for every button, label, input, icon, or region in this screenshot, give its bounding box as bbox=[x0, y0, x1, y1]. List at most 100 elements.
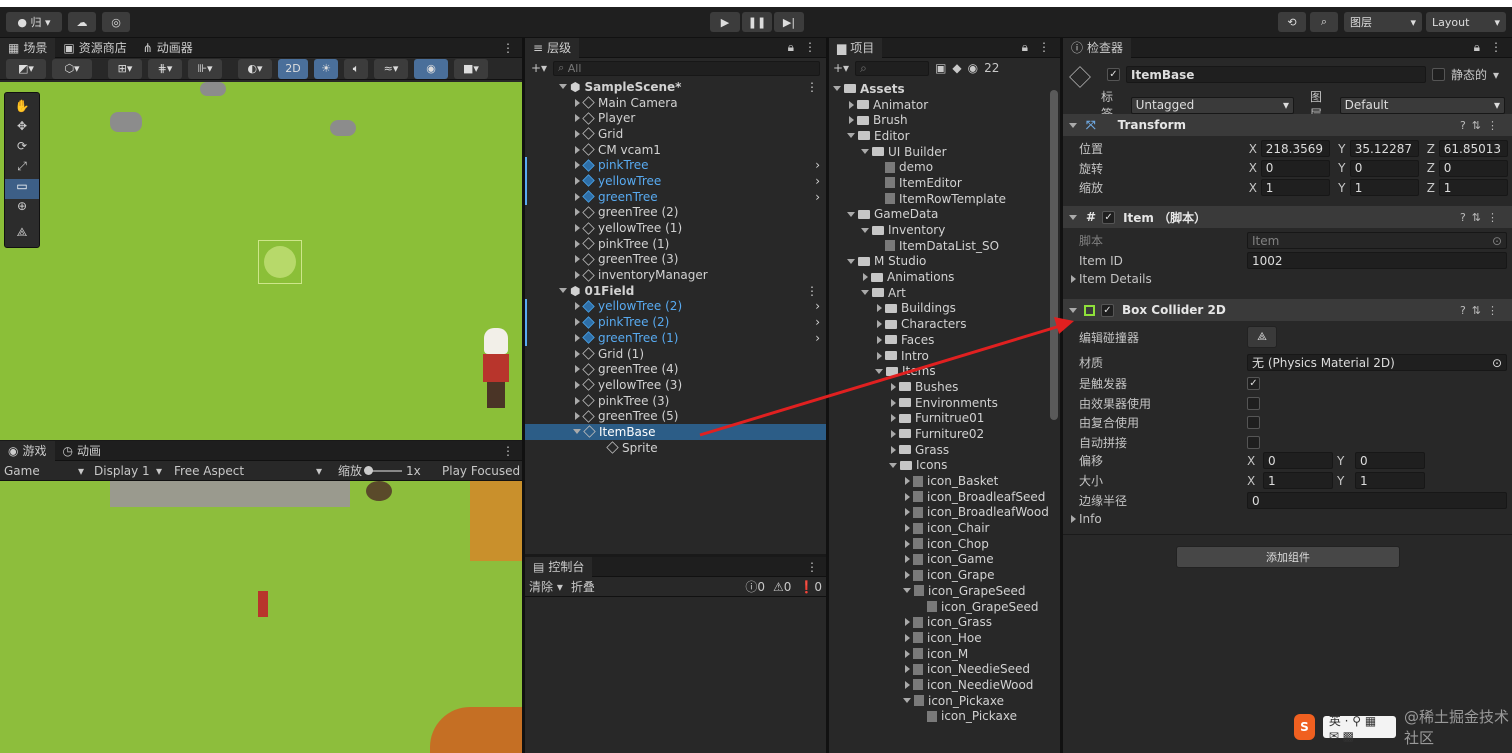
transform-position-x-field[interactable]: 218.3569 bbox=[1260, 140, 1330, 158]
hierarchy-item[interactable]: pinkTree › bbox=[525, 157, 826, 173]
warning-count[interactable]: ⚠0 bbox=[773, 580, 791, 594]
tab-inspector[interactable]: ⓘ 检查器 bbox=[1063, 37, 1132, 58]
visibility-button[interactable]: ◉ bbox=[414, 58, 448, 79]
scene-viewport[interactable]: ✋ ✥ ⟳ ⤢ ▭ ⊕ ⟁ bbox=[0, 82, 522, 440]
foldout-icon[interactable] bbox=[575, 318, 580, 327]
transform-header[interactable]: ⤧ Transform ?⇅⋮ bbox=[1063, 114, 1512, 136]
tab-asset-store[interactable]: ▣ 资源商店 bbox=[55, 38, 134, 58]
foldout-icon[interactable] bbox=[575, 255, 580, 264]
foldout-icon[interactable] bbox=[847, 211, 855, 217]
gizmo-tool-button[interactable]: ◩▾ bbox=[6, 58, 46, 79]
edge-radius-field[interactable]: 0 bbox=[1247, 492, 1507, 509]
hand-tool-icon[interactable]: ✋ bbox=[5, 99, 39, 119]
tab-animation[interactable]: ◷ 动画 bbox=[55, 441, 110, 461]
collider-used-by-effector-checkbox[interactable] bbox=[1247, 396, 1260, 410]
foldout-icon[interactable] bbox=[575, 192, 580, 201]
hierarchy-item[interactable]: greenTree › bbox=[525, 189, 826, 205]
foldout-icon[interactable] bbox=[575, 333, 580, 342]
add-button[interactable]: +▾ bbox=[531, 61, 547, 75]
tab-game[interactable]: ◉ 游戏 bbox=[0, 440, 55, 461]
size-y-field[interactable]: 1 bbox=[1355, 472, 1425, 489]
asset-item[interactable]: icon_GrapeSeed bbox=[829, 599, 1060, 615]
transform-scale-y-field[interactable]: 1 bbox=[1349, 179, 1419, 197]
collider-auto-tiling-checkbox[interactable] bbox=[1247, 435, 1260, 449]
asset-item[interactable]: ItemEditor bbox=[829, 175, 1060, 191]
foldout-icon[interactable] bbox=[575, 380, 580, 389]
project-search-input[interactable]: ⌕ bbox=[855, 60, 930, 76]
rect-tool-icon[interactable]: ▭ bbox=[5, 179, 39, 199]
rotate-tool-icon[interactable]: ⟳ bbox=[5, 139, 39, 159]
foldout-icon[interactable] bbox=[903, 698, 911, 704]
scene-row[interactable]: ⬢ SampleScene* ⋮ bbox=[525, 79, 826, 95]
grid-snap-button[interactable]: ⋕▾ bbox=[148, 58, 182, 79]
open-prefab-icon[interactable]: › bbox=[815, 315, 826, 329]
asset-item[interactable]: icon_BroadleafSeed bbox=[829, 489, 1060, 505]
tab-animator[interactable]: ⋔ 动画器 bbox=[135, 38, 201, 58]
display-dropdown[interactable]: Display 1 ▾ bbox=[88, 464, 168, 478]
layout-dropdown[interactable]: Layout ▾ bbox=[1426, 12, 1506, 32]
hierarchy-item[interactable]: Player bbox=[525, 110, 826, 126]
foldout-icon[interactable] bbox=[575, 302, 580, 311]
foldout-icon[interactable] bbox=[877, 335, 882, 344]
play-button[interactable]: ▶ bbox=[710, 12, 740, 32]
folder-item[interactable]: Editor bbox=[829, 128, 1060, 144]
open-prefab-icon[interactable]: › bbox=[815, 158, 826, 172]
size-x-field[interactable]: 1 bbox=[1263, 472, 1333, 489]
game-viewport[interactable] bbox=[0, 481, 522, 753]
error-count[interactable]: ❗0 bbox=[799, 580, 822, 594]
foldout-icon[interactable] bbox=[903, 588, 911, 594]
foldout-icon[interactable] bbox=[575, 161, 580, 170]
component-menu-icon[interactable]: ?⇅⋮ bbox=[1460, 119, 1512, 132]
clear-button[interactable]: 清除 ▾ bbox=[529, 578, 563, 595]
hierarchy-item[interactable]: Grid bbox=[525, 126, 826, 142]
hierarchy-item[interactable]: greenTree (3) bbox=[525, 252, 826, 268]
custom-tool-icon[interactable]: ⟁ bbox=[5, 225, 39, 245]
foldout-icon[interactable] bbox=[849, 100, 854, 109]
transform-tool-icon[interactable]: ⊕ bbox=[5, 199, 39, 219]
asset-item[interactable]: ItemDataList_SO bbox=[829, 238, 1060, 254]
foldout-icon[interactable] bbox=[573, 429, 581, 435]
foldout-icon[interactable] bbox=[575, 208, 580, 217]
asset-item[interactable]: icon_Hoe bbox=[829, 630, 1060, 646]
component-menu-icon[interactable]: ?⇅⋮ bbox=[1460, 211, 1512, 224]
asset-item[interactable]: icon_Grass bbox=[829, 614, 1060, 630]
foldout-icon[interactable] bbox=[905, 680, 910, 689]
asset-item[interactable]: icon_NeedieSeed bbox=[829, 661, 1060, 677]
foldout-icon[interactable] bbox=[861, 149, 869, 155]
asset-item[interactable]: icon_M bbox=[829, 646, 1060, 662]
folder-item[interactable]: Bushes bbox=[829, 379, 1060, 395]
foldout-icon[interactable] bbox=[575, 114, 580, 123]
layer-dropdown[interactable]: Default ▾ bbox=[1339, 96, 1505, 114]
offset-y-field[interactable]: 0 bbox=[1355, 452, 1425, 469]
component-enabled-checkbox[interactable]: ✓ bbox=[1101, 303, 1114, 317]
more-icon[interactable]: ⋮ bbox=[502, 444, 522, 458]
foldout-icon[interactable] bbox=[905, 665, 910, 674]
static-checkbox[interactable] bbox=[1432, 68, 1445, 81]
foldout-icon[interactable] bbox=[905, 539, 910, 548]
more-icon[interactable]: ⋮ bbox=[1038, 40, 1050, 55]
foldout-icon[interactable] bbox=[905, 649, 910, 658]
open-prefab-icon[interactable]: › bbox=[815, 174, 826, 188]
increment-snap-button[interactable]: ⊪▾ bbox=[188, 58, 222, 79]
foldout-icon[interactable] bbox=[863, 273, 868, 282]
foldout-icon[interactable] bbox=[575, 224, 580, 233]
foldout-icon[interactable] bbox=[847, 258, 855, 264]
folder-item[interactable]: Art bbox=[829, 285, 1060, 301]
more-icon[interactable]: ⋮ bbox=[806, 560, 826, 574]
audio-button[interactable]: 🔈︎ bbox=[344, 58, 368, 79]
hierarchy-item[interactable]: Sprite bbox=[525, 440, 826, 456]
foldout-icon[interactable] bbox=[849, 116, 854, 125]
foldout-icon[interactable] bbox=[905, 633, 910, 642]
tab-scene[interactable]: ▦ 场景 bbox=[0, 37, 56, 58]
asset-item[interactable]: icon_Chair bbox=[829, 520, 1060, 536]
hierarchy-item[interactable]: greenTree (1) › bbox=[525, 330, 826, 346]
folder-item[interactable]: Characters bbox=[829, 316, 1060, 332]
foldout-icon[interactable] bbox=[891, 382, 896, 391]
foldout-icon[interactable] bbox=[575, 271, 580, 280]
item-script-header[interactable]: # ✓ Item （脚本） ?⇅⋮ bbox=[1063, 206, 1512, 228]
itembase-bounds[interactable] bbox=[258, 240, 302, 284]
foldout-icon[interactable] bbox=[905, 571, 910, 580]
foldout-icon[interactable] bbox=[889, 462, 897, 468]
asset-item[interactable]: icon_NeedieWood bbox=[829, 677, 1060, 693]
snap-button[interactable]: ⊞▾ bbox=[108, 58, 142, 79]
